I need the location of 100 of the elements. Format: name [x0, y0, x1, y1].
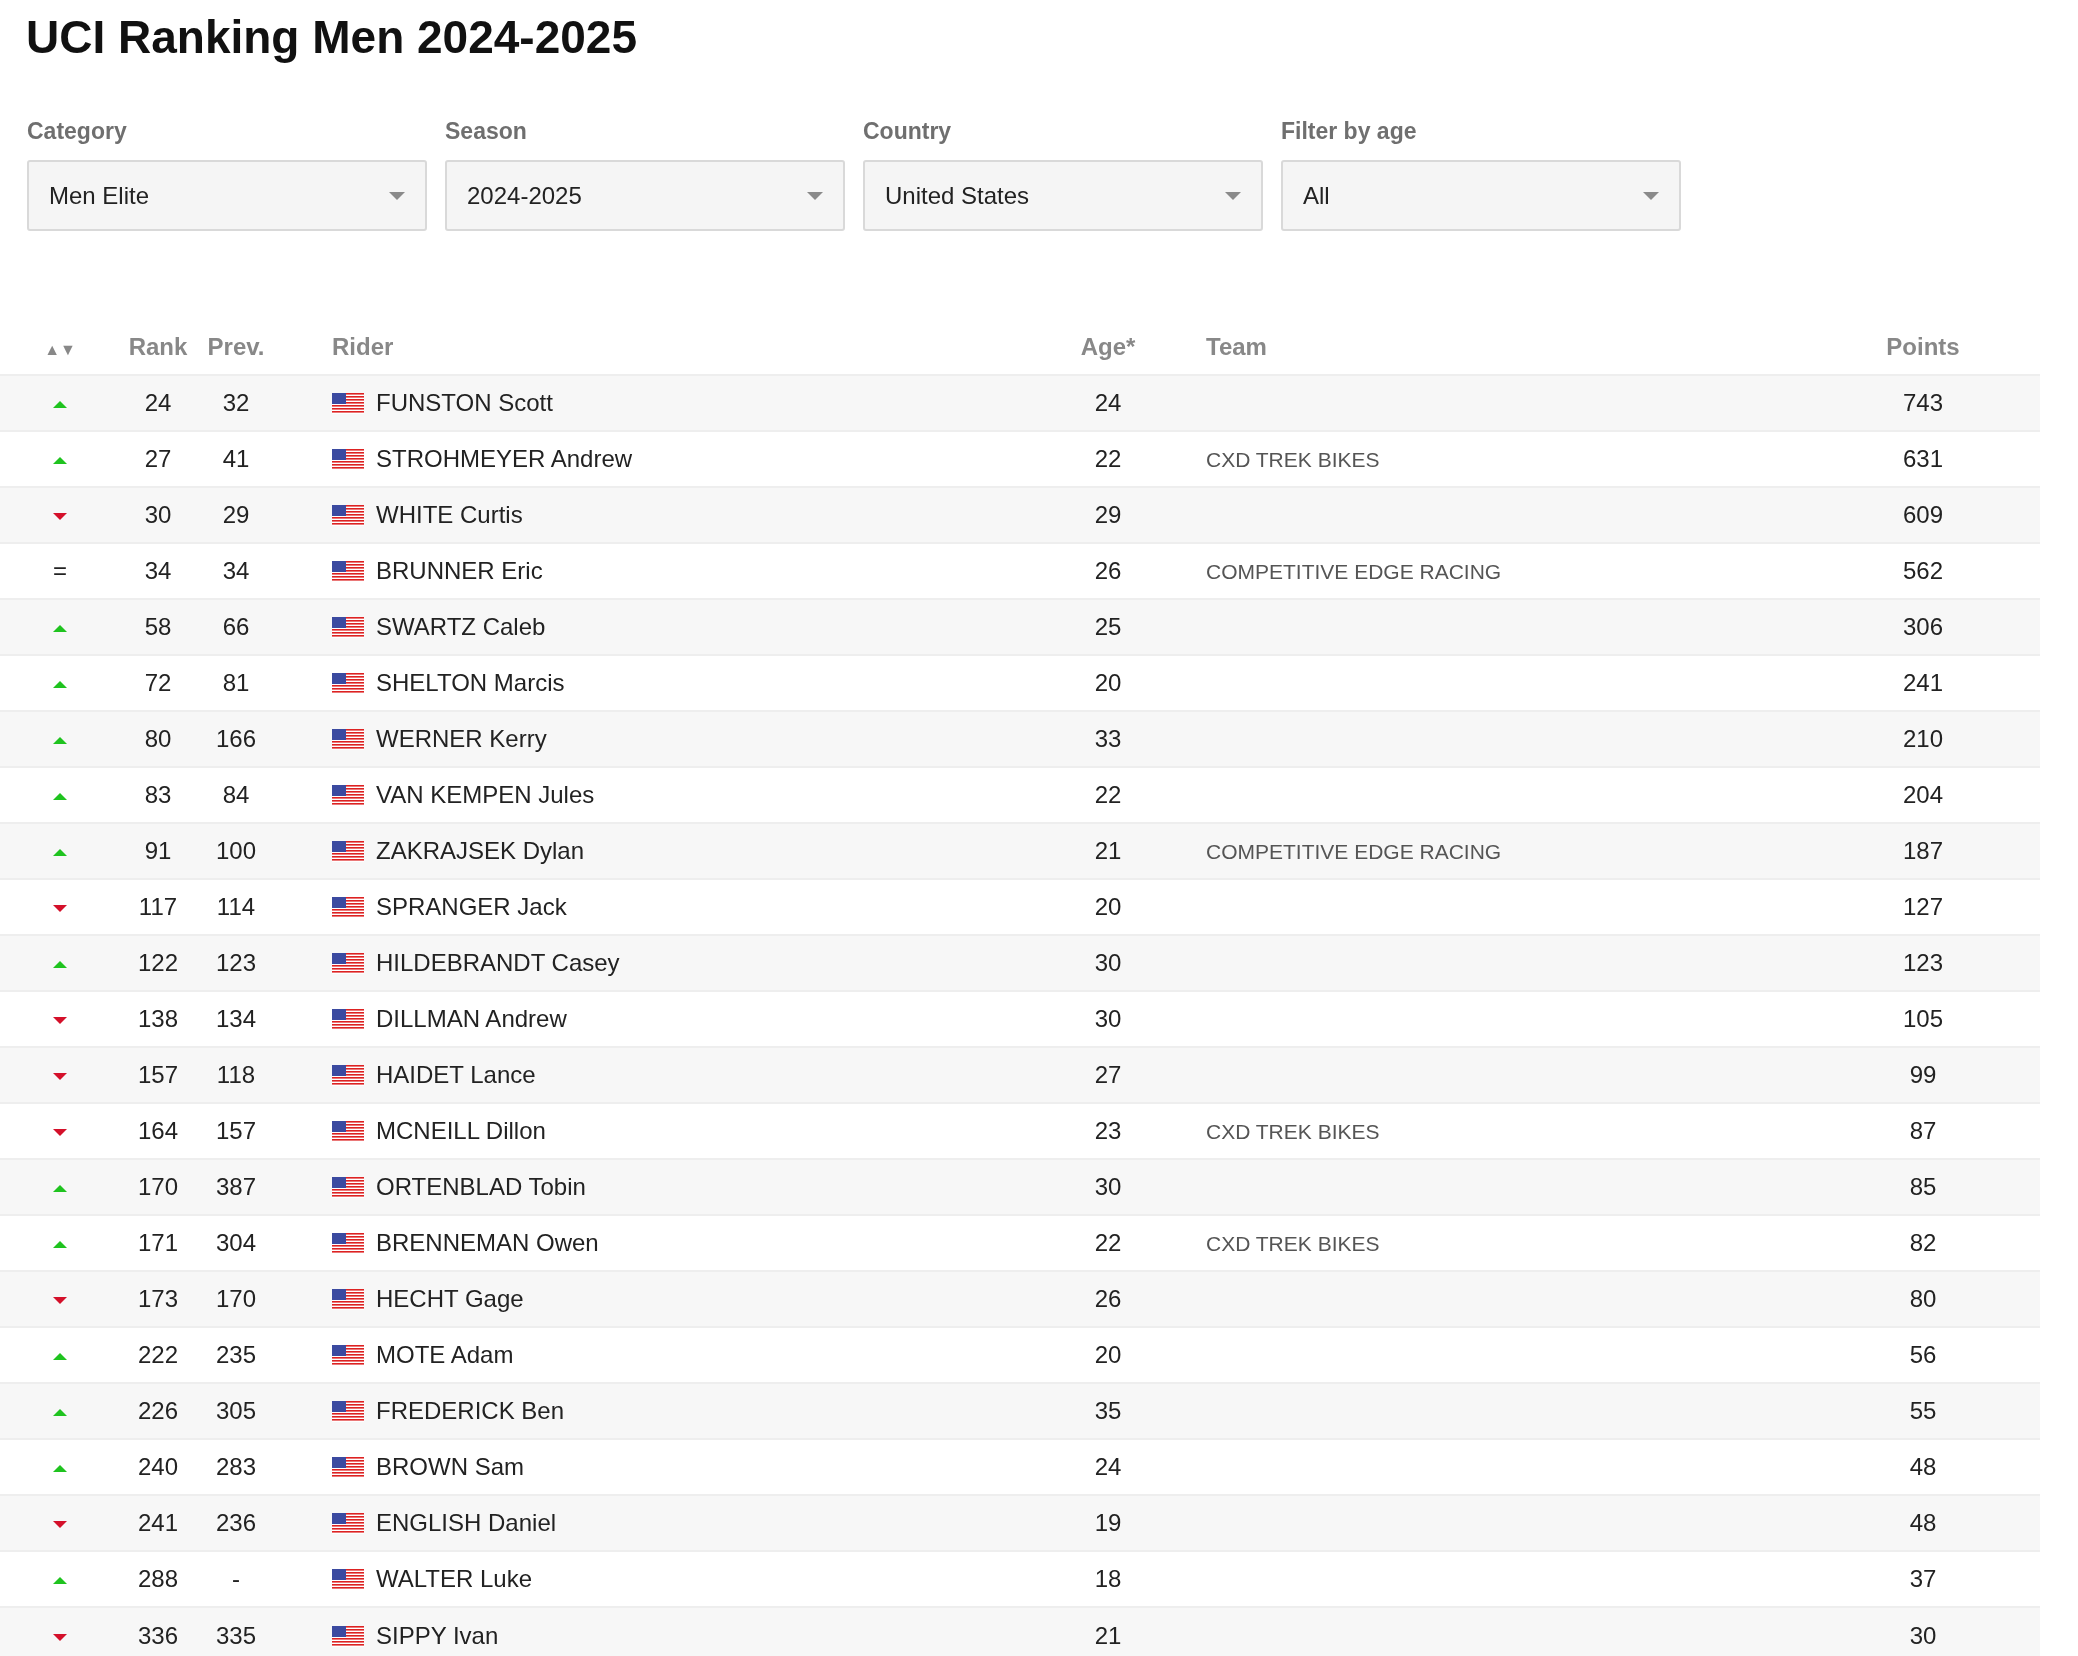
rank-cell: 83 — [144, 781, 172, 809]
rider-name[interactable]: DILLMAN Andrew — [376, 1005, 567, 1033]
down-arrow-icon — [53, 1129, 67, 1137]
points-cell: 80 — [1909, 1285, 1937, 1313]
rider-name[interactable]: BRENNEMAN Owen — [376, 1229, 599, 1257]
column-header[interactable]: Points — [1886, 332, 1960, 360]
age-cell: 22 — [1094, 445, 1122, 473]
filter-label: Country — [863, 116, 953, 146]
rank-cell: 241 — [137, 1509, 178, 1537]
rank-cell: 164 — [137, 1117, 178, 1145]
rider-name[interactable]: SIPPY Ivan — [376, 1621, 499, 1649]
column-header[interactable]: Team — [1206, 332, 1267, 360]
column-header[interactable]: Prev. — [207, 332, 265, 360]
dropdown-select[interactable]: 2024-2025 — [445, 160, 845, 232]
points-cell: 105 — [1902, 1005, 1943, 1033]
rider-name[interactable]: ENGLISH Daniel — [376, 1509, 557, 1537]
age-cell: 30 — [1094, 1173, 1122, 1201]
column-header[interactable]: Rank — [128, 332, 188, 360]
prev-rank-cell: 170 — [215, 1285, 256, 1313]
team-name: CXD TREK BIKES — [1206, 1120, 1380, 1144]
prev-rank-cell: 66 — [222, 613, 250, 641]
rider-name[interactable]: WHITE Curtis — [376, 501, 523, 529]
prev-rank-cell: 29 — [222, 501, 250, 529]
points-cell: 609 — [1902, 501, 1943, 529]
age-cell: 20 — [1094, 669, 1122, 697]
team-name: CXD TREK BIKES — [1206, 1232, 1380, 1256]
rider-name[interactable]: SPRANGER Jack — [376, 893, 567, 921]
down-arrow-icon — [53, 905, 67, 913]
age-cell: 20 — [1094, 893, 1122, 921]
rider-name[interactable]: VAN KEMPEN Jules — [376, 781, 595, 809]
rank-cell: 170 — [137, 1173, 178, 1201]
sort-icon[interactable]: ▲▼ — [44, 340, 76, 358]
rank-cell: 91 — [144, 837, 172, 865]
flag-icon — [332, 1121, 364, 1143]
column-header[interactable]: Age* — [1080, 332, 1136, 360]
rider-name[interactable]: STROHMEYER Andrew — [376, 445, 633, 473]
team-name: COMPETITIVE EDGE RACING — [1206, 840, 1502, 864]
points-cell: 82 — [1909, 1229, 1937, 1257]
points-cell: 204 — [1902, 781, 1943, 809]
age-cell: 30 — [1094, 1005, 1122, 1033]
prev-rank-cell: 157 — [215, 1117, 256, 1145]
dropdown-select[interactable]: Men Elite — [27, 160, 427, 232]
up-arrow-icon — [53, 793, 67, 801]
rider-name[interactable]: ORTENBLAD Tobin — [376, 1173, 586, 1201]
prev-rank-cell: 84 — [222, 781, 250, 809]
age-cell: 20 — [1094, 1341, 1122, 1369]
rider-name[interactable]: HILDEBRANDT Casey — [376, 949, 620, 977]
flag-icon — [332, 1177, 364, 1199]
up-arrow-icon — [53, 1241, 67, 1249]
age-cell: 21 — [1094, 1621, 1122, 1649]
flag-icon — [332, 449, 364, 471]
age-cell: 18 — [1094, 1565, 1122, 1593]
rank-cell: 72 — [144, 669, 172, 697]
age-cell: 25 — [1094, 613, 1122, 641]
flag-icon — [332, 561, 364, 583]
rider-name[interactable]: FUNSTON Scott — [376, 389, 553, 417]
age-cell: 30 — [1094, 949, 1122, 977]
flag-icon — [332, 1065, 364, 1087]
age-cell: 22 — [1094, 781, 1122, 809]
points-cell: 210 — [1902, 725, 1943, 753]
rider-name[interactable]: SHELTON Marcis — [376, 669, 565, 697]
points-cell: 99 — [1909, 1061, 1937, 1089]
points-cell: 85 — [1909, 1173, 1937, 1201]
down-arrow-icon — [53, 513, 67, 521]
points-cell: 187 — [1902, 837, 1943, 865]
rider-name[interactable]: WERNER Kerry — [376, 725, 547, 753]
up-arrow-icon — [53, 1353, 67, 1361]
rank-cell: 30 — [144, 501, 172, 529]
dropdown-select[interactable]: All — [1281, 160, 1681, 232]
points-cell: 631 — [1902, 445, 1943, 473]
caret-icon — [389, 191, 405, 200]
points-cell: 241 — [1902, 669, 1943, 697]
prev-rank-cell: 34 — [222, 557, 250, 585]
column-header[interactable]: Rider — [332, 332, 394, 360]
age-cell: 19 — [1094, 1509, 1122, 1537]
prev-rank-cell: 41 — [222, 445, 250, 473]
rider-name[interactable]: MCNEILL Dillon — [376, 1117, 546, 1145]
age-cell: 23 — [1094, 1117, 1122, 1145]
flag-icon — [332, 1401, 364, 1423]
rider-name[interactable]: BRUNNER Eric — [376, 557, 543, 585]
rider-name[interactable]: BROWN Sam — [376, 1453, 524, 1481]
up-arrow-icon — [53, 737, 67, 745]
flag-icon — [332, 1513, 364, 1535]
rider-name[interactable]: WALTER Luke — [376, 1565, 533, 1593]
down-arrow-icon — [53, 1017, 67, 1025]
prev-rank-cell: 387 — [215, 1173, 256, 1201]
dropdown-select[interactable]: United States — [863, 160, 1263, 232]
rider-name[interactable]: HECHT Gage — [376, 1285, 524, 1313]
prev-rank-cell: 236 — [215, 1509, 256, 1537]
up-arrow-icon — [53, 961, 67, 969]
up-arrow-icon — [53, 401, 67, 409]
rider-name[interactable]: FREDERICK Ben — [376, 1397, 565, 1425]
prev-rank-cell: 235 — [215, 1341, 256, 1369]
rider-name[interactable]: SWARTZ Caleb — [376, 613, 546, 641]
flag-icon — [332, 785, 364, 807]
points-cell: 30 — [1909, 1621, 1937, 1649]
rider-name[interactable]: ZAKRAJSEK Dylan — [376, 837, 585, 865]
rank-cell: 122 — [137, 949, 178, 977]
rider-name[interactable]: HAIDET Lance — [376, 1061, 536, 1089]
rider-name[interactable]: MOTE Adam — [376, 1341, 514, 1369]
